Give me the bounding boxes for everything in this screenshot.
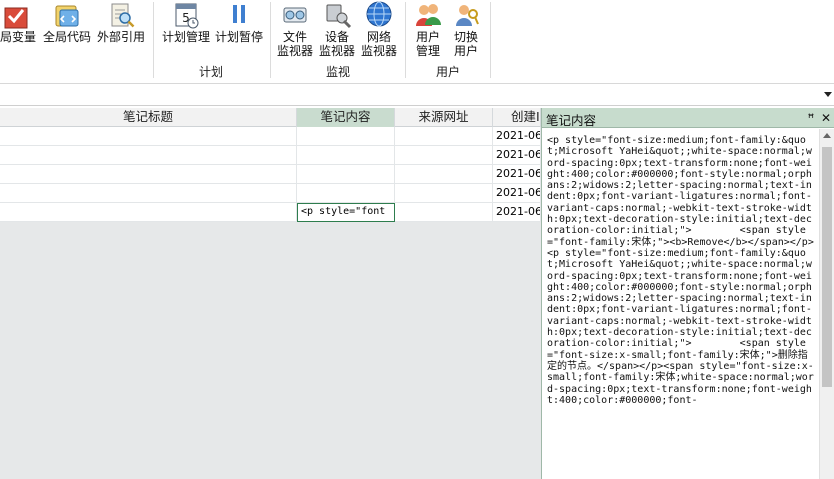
table-row[interactable]: 2021-06 <box>0 146 541 165</box>
table-row[interactable]: 2021-06 <box>0 127 541 146</box>
cell-content[interactable] <box>297 184 395 203</box>
notes-grid: 笔记标题 笔记内容 来源网址 创建I 2021-06 2021-06 2021-06… <box>0 108 541 479</box>
device-monitor-button[interactable]: 设备 监视器 <box>317 0 357 58</box>
file-monitor-button[interactable]: 文件 监视器 <box>275 0 315 58</box>
ribbon-separator <box>490 2 491 78</box>
cell-url[interactable] <box>395 165 493 184</box>
pause-icon <box>233 5 245 23</box>
cell-title[interactable] <box>0 127 297 146</box>
scroll-up-icon[interactable] <box>823 133 831 138</box>
combo-box[interactable] <box>0 84 834 106</box>
panel-content-text[interactable]: <p style="font-size:medium;font-family:&… <box>547 135 817 479</box>
plan-manage-button[interactable]: 5 计划管理 <box>158 0 214 44</box>
external-reference-icon <box>111 3 135 28</box>
column-header-created[interactable]: 创建I <box>493 108 541 127</box>
user-manage-button[interactable]: 用户 管理 <box>410 0 446 58</box>
pin-icon[interactable]: ꟸ <box>804 111 818 125</box>
table-row[interactable]: <p style="font 2021-06 <box>0 203 541 222</box>
chevron-down-icon[interactable] <box>824 92 832 97</box>
grid-header: 笔记标题 笔记内容 来源网址 创建I <box>0 108 541 127</box>
cell-url[interactable] <box>395 127 493 146</box>
cell-title[interactable] <box>0 203 297 222</box>
close-icon[interactable]: ✕ <box>819 111 833 125</box>
cell-title[interactable] <box>0 146 297 165</box>
cell-date[interactable]: 2021-06 <box>493 165 541 184</box>
global-variable-button[interactable]: 局变量 <box>0 0 40 44</box>
users-icon <box>416 4 441 26</box>
network-monitor-label: 网络 监视器 <box>360 30 397 58</box>
ribbon-group-user: 用户 管理 切换 用户 用户 <box>406 0 490 82</box>
ribbon-group-label-user: 用户 <box>435 65 460 79</box>
ribbon-group-misc: 局变量 全局代码 外部引用 <box>0 0 152 82</box>
cell-title[interactable] <box>0 165 297 184</box>
panel-title: 笔记内容 <box>546 113 597 128</box>
scroll-thumb[interactable] <box>822 147 832 387</box>
cell-date[interactable]: 2021-06 <box>493 127 541 146</box>
cell-content[interactable] <box>297 165 395 184</box>
device-monitor-icon <box>326 4 352 29</box>
device-monitor-label: 设备 监视器 <box>318 30 355 58</box>
ribbon-toolbar: 局变量 全局代码 外部引用 5 计划管理 计划暂停 计划 文件 监视器 设备 监… <box>0 0 834 84</box>
cell-date[interactable]: 2021-06 <box>493 184 541 203</box>
network-monitor-button[interactable]: 网络 监视器 <box>359 0 399 58</box>
cell-title[interactable] <box>0 184 297 203</box>
ribbon-group-plan: 5 计划管理 计划暂停 计划 <box>154 0 268 82</box>
note-content-panel: 笔记内容 ꟸ ✕ <p style="font-size:medium;font… <box>541 108 834 479</box>
column-header-url[interactable]: 来源网址 <box>395 108 493 127</box>
cell-content[interactable]: <p style="font <box>297 203 395 222</box>
file-monitor-icon <box>283 7 307 23</box>
globe-icon <box>366 1 392 27</box>
column-header-content[interactable]: 笔记内容 <box>297 108 395 127</box>
plan-pause-button[interactable]: 计划暂停 <box>212 0 266 44</box>
cell-url[interactable] <box>395 146 493 165</box>
table-row[interactable]: 2021-06 <box>0 184 541 203</box>
panel-title-bar: 笔记内容 ꟸ ✕ <box>542 108 834 128</box>
cell-content[interactable] <box>297 127 395 146</box>
table-row[interactable]: 2021-06 <box>0 165 541 184</box>
ribbon-group-monitor: 文件 监视器 设备 监视器 网络 监视器 监视 <box>271 0 405 82</box>
external-reference-button[interactable]: 外部引用 <box>95 0 147 44</box>
cell-url[interactable] <box>395 184 493 203</box>
cell-date[interactable]: 2021-06 <box>493 146 541 165</box>
global-code-button[interactable]: 全局代码 <box>40 0 94 44</box>
user-manage-label: 用户 管理 <box>415 30 440 58</box>
cell-content[interactable] <box>297 146 395 165</box>
calendar-icon: 5 <box>175 3 199 29</box>
column-header-title[interactable]: 笔记标题 <box>0 108 297 127</box>
cell-url[interactable] <box>395 203 493 222</box>
switch-user-button[interactable]: 切换 用户 <box>448 0 484 58</box>
file-monitor-label: 文件 监视器 <box>276 30 313 58</box>
cell-date[interactable]: 2021-06 <box>493 203 541 222</box>
ribbon-group-label-plan: 计划 <box>198 65 223 79</box>
ribbon-group-label-monitor: 监视 <box>325 65 350 79</box>
vertical-scrollbar[interactable] <box>819 129 834 479</box>
global-code-icon <box>55 5 79 27</box>
switch-user-label: 切换 用户 <box>453 30 478 58</box>
switch-user-icon <box>456 5 479 26</box>
variable-icon <box>4 7 28 29</box>
